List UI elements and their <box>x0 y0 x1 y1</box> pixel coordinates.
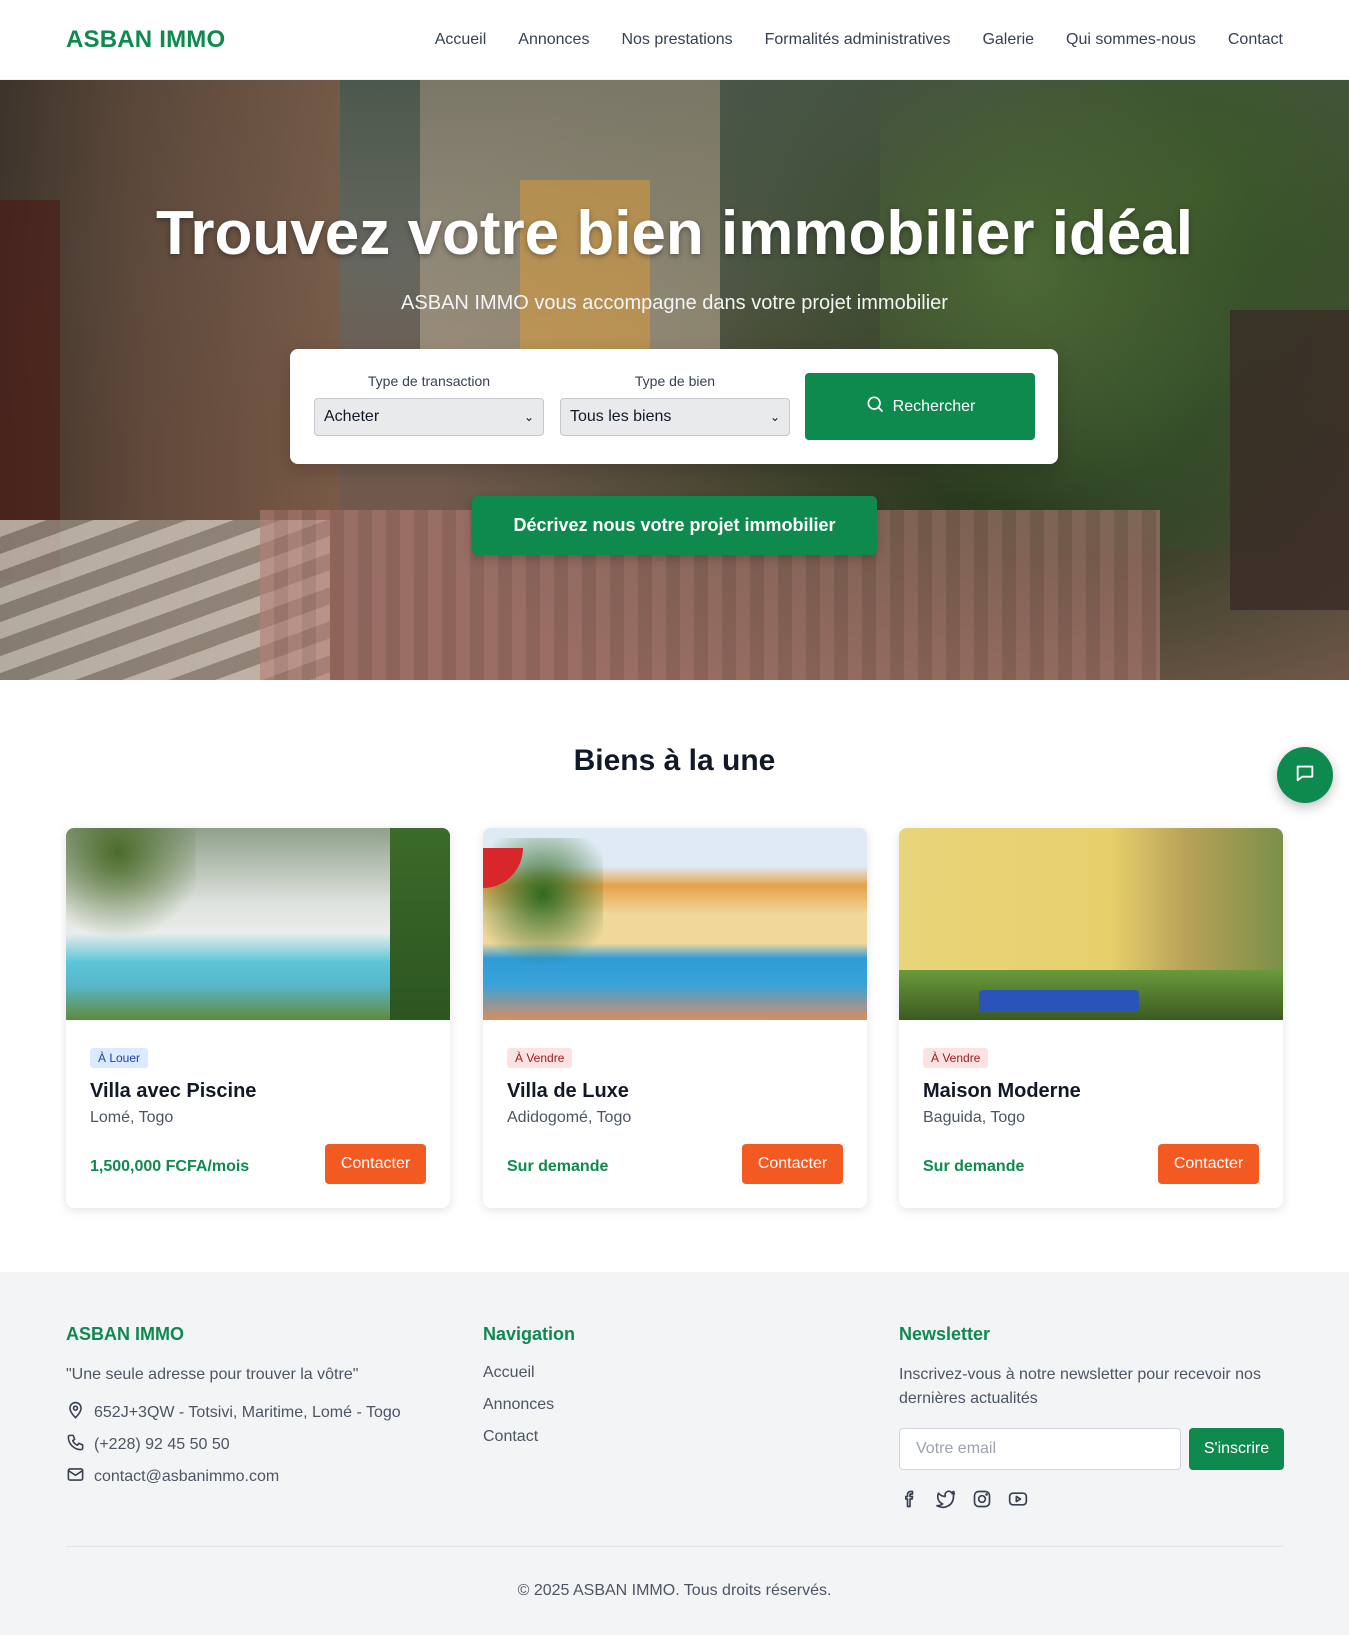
mail-icon <box>66 1465 85 1489</box>
newsletter-email-placeholder: Votre email <box>916 1440 997 1457</box>
chevron-down-icon: ⌄ <box>523 410 534 424</box>
property-card[interactable]: À Vendre Maison Moderne Baguida, Togo Su… <box>899 828 1283 1208</box>
copyright: © 2025 ASBAN IMMO. Tous droits réservés. <box>517 1582 832 1599</box>
property-card[interactable]: À Vendre Villa de Luxe Adidogomé, Togo S… <box>483 828 867 1208</box>
search-panel: Type de transaction Acheter ⌄ Type de bi… <box>290 349 1058 464</box>
hero-subtitle: ASBAN IMMO vous accompagne dans votre pr… <box>401 292 948 314</box>
footer-link-contact[interactable]: Contact <box>483 1421 863 1453</box>
hero-title: Trouvez votre bien immobilier idéal <box>155 199 1194 268</box>
contact-button[interactable]: Contacter <box>1158 1144 1259 1184</box>
property-location: Adidogomé, Togo <box>507 1109 632 1126</box>
property-location: Baguida, Togo <box>923 1109 1026 1126</box>
footer-email-text: contact@asbanimmo.com <box>94 1468 280 1485</box>
featured-title: Biens à la une <box>573 744 776 777</box>
transaction-label: Type de transaction <box>367 373 491 389</box>
twitter-icon[interactable] <box>935 1488 957 1510</box>
describe-project-button[interactable]: Décrivez nous votre projet immobilier <box>472 496 877 555</box>
hero-background-gate <box>1230 310 1349 610</box>
property-price: 1,500,000 FCFA/mois <box>90 1158 250 1175</box>
property-title[interactable]: Villa de Luxe <box>507 1080 843 1103</box>
site-header: ASBAN IMMO Accueil Annonces Nos prestati… <box>0 0 1349 80</box>
instagram-icon[interactable] <box>971 1488 993 1510</box>
property-card-body: À Vendre Villa de Luxe Adidogomé, Togo S… <box>483 1020 867 1208</box>
search-icon <box>865 394 885 419</box>
contact-button[interactable]: Contacter <box>325 1144 426 1184</box>
nav-prestations[interactable]: Nos prestations <box>621 31 732 49</box>
property-field: Type de bien Tous les biens ⌄ <box>560 373 790 436</box>
footer-newsletter-title: Newsletter <box>899 1324 991 1344</box>
property-label: Type de bien <box>634 373 716 389</box>
footer-address-text: 652J+3QW - Totsivi, Maritime, Lomé - Tog… <box>94 1404 401 1421</box>
transaction-field: Type de transaction Acheter ⌄ <box>314 373 544 436</box>
footer-tagline: "Une seule adresse pour trouver la vôtre… <box>66 1366 359 1383</box>
footer-brand-column: ASBAN IMMO "Une seule adresse pour trouv… <box>66 1324 446 1493</box>
social-links <box>899 1488 1029 1510</box>
chat-icon <box>1294 762 1316 789</box>
footer-link-accueil[interactable]: Accueil <box>483 1357 863 1389</box>
property-price: Sur demande <box>923 1158 1025 1175</box>
property-photo[interactable] <box>66 828 450 1020</box>
chat-button[interactable] <box>1277 747 1333 803</box>
property-select[interactable]: Tous les biens ⌄ <box>560 398 790 436</box>
hero-section: Trouvez votre bien immobilier idéal ASBA… <box>0 80 1349 680</box>
footer-phone-text: (+228) 92 45 50 50 <box>94 1436 230 1453</box>
contact-button[interactable]: Contacter <box>742 1144 843 1184</box>
nav-accueil[interactable]: Accueil <box>435 31 487 49</box>
property-photo[interactable] <box>899 828 1283 1020</box>
phone-icon <box>66 1433 85 1457</box>
footer-divider <box>66 1546 1283 1547</box>
facebook-icon[interactable] <box>899 1488 921 1510</box>
property-card-body: À Louer Villa avec Piscine Lomé, Togo 1,… <box>66 1020 450 1208</box>
property-card[interactable]: À Louer Villa avec Piscine Lomé, Togo 1,… <box>66 828 450 1208</box>
youtube-icon[interactable] <box>1007 1488 1029 1510</box>
property-title[interactable]: Villa avec Piscine <box>90 1080 426 1103</box>
footer-link-annonces[interactable]: Annonces <box>483 1389 863 1421</box>
nav-qui-sommes-nous[interactable]: Qui sommes-nous <box>1066 31 1196 49</box>
property-price: Sur demande <box>507 1158 609 1175</box>
search-button[interactable]: Rechercher <box>805 373 1035 440</box>
transaction-select-value: Acheter <box>324 408 380 425</box>
subscribe-button[interactable]: S'inscrire <box>1189 1428 1284 1470</box>
nav-annonces[interactable]: Annonces <box>518 31 589 49</box>
status-badge: À Vendre <box>923 1048 989 1068</box>
status-badge: À Vendre <box>507 1048 573 1068</box>
property-select-value: Tous les biens <box>570 408 672 425</box>
footer-brand-title: ASBAN IMMO <box>66 1324 184 1344</box>
footer-newsletter-column: Newsletter Inscrivez-vous à notre newsle… <box>899 1324 1284 1524</box>
footer-phone[interactable]: (+228) 92 45 50 50 <box>66 1429 446 1461</box>
status-badge: À Louer <box>90 1048 149 1068</box>
newsletter-email-input[interactable]: Votre email <box>899 1428 1181 1470</box>
property-card-body: À Vendre Maison Moderne Baguida, Togo Su… <box>899 1020 1283 1208</box>
nav-contact[interactable]: Contact <box>1228 31 1283 49</box>
main-nav: Accueil Annonces Nos prestations Formali… <box>403 31 1283 49</box>
search-button-label: Rechercher <box>892 397 976 415</box>
footer-navigation-column: Navigation Accueil Annonces Contact <box>483 1324 863 1453</box>
site-logo[interactable]: ASBAN IMMO <box>66 26 225 54</box>
nav-formalites[interactable]: Formalités administratives <box>765 31 951 49</box>
footer-email[interactable]: contact@asbanimmo.com <box>66 1461 446 1493</box>
site-footer: ASBAN IMMO "Une seule adresse pour trouv… <box>0 1272 1349 1635</box>
property-location: Lomé, Togo <box>90 1109 174 1126</box>
chevron-down-icon: ⌄ <box>769 410 780 424</box>
property-photo[interactable] <box>483 828 867 1020</box>
transaction-select[interactable]: Acheter ⌄ <box>314 398 544 436</box>
property-title[interactable]: Maison Moderne <box>923 1080 1259 1103</box>
map-pin-icon <box>66 1401 85 1425</box>
newsletter-text: Inscrivez-vous à notre newsletter pour r… <box>899 1366 1261 1407</box>
footer-navigation-title: Navigation <box>483 1324 576 1344</box>
footer-address: 652J+3QW - Totsivi, Maritime, Lomé - Tog… <box>66 1397 446 1429</box>
nav-galerie[interactable]: Galerie <box>982 31 1034 49</box>
